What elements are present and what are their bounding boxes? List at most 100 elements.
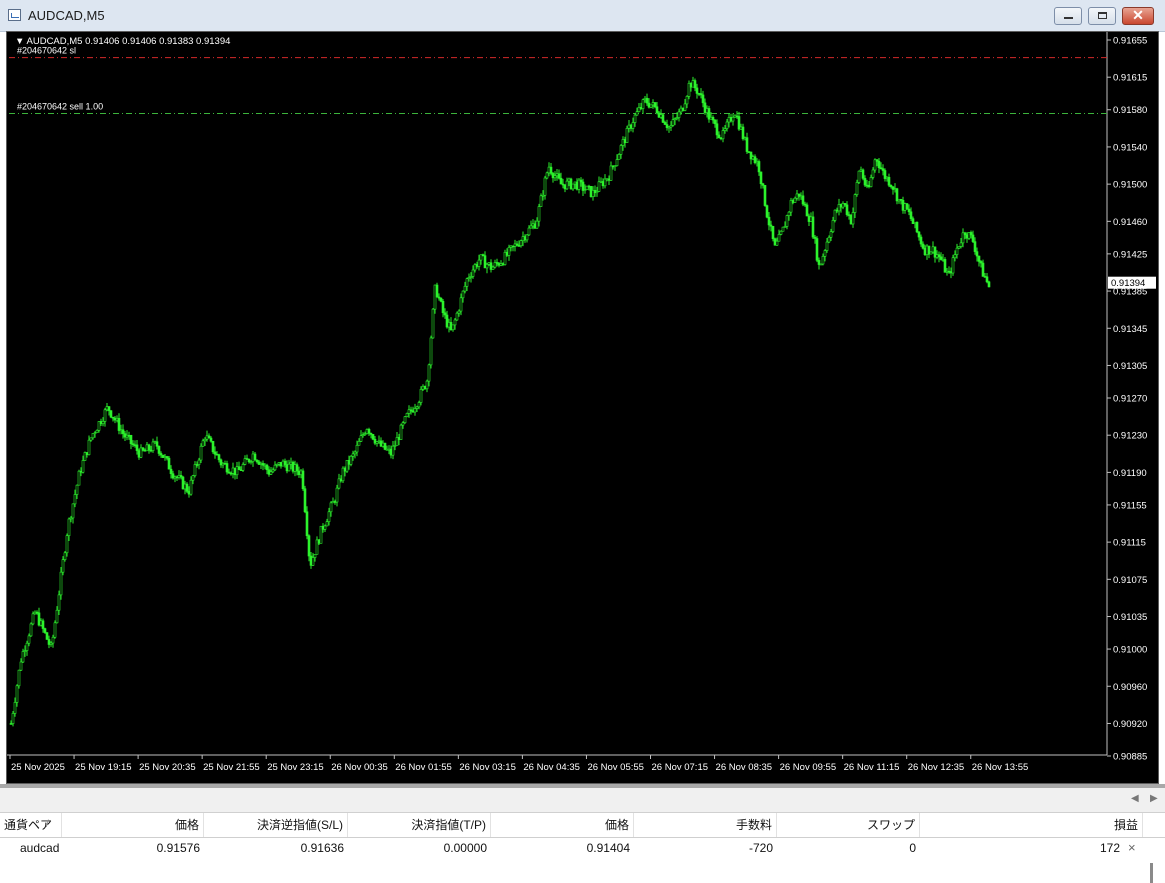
price-chart[interactable]: 0.91655 0.91615 0.91580 0.91540 0.91500 0.914… [7,32,1158,783]
chart-area[interactable]: 0.91655 0.91615 0.91580 0.91540 0.91500 0.914… [6,31,1159,784]
candle-body [101,421,105,425]
candle-body [351,453,355,457]
candle-body [609,165,613,181]
candle-body [239,469,243,471]
candle-body [451,324,455,331]
scroll-right-arrow[interactable]: ▶ [1150,793,1158,804]
candle-body [31,613,35,625]
col-open-price[interactable]: 価格 [62,813,204,837]
candle-body [963,232,967,236]
candle-body [17,669,21,687]
candle-body [625,128,629,143]
candle-body [525,234,529,241]
candle-body [145,444,149,452]
price-tick-label: 0.91270 [1113,394,1147,405]
candle-body [775,240,779,246]
candle-body [663,122,667,125]
candle-body [457,310,461,314]
candle-body [655,106,659,114]
col-stop-loss[interactable]: 決済逆指値(S/L) [204,813,348,837]
col-profit[interactable]: 損益 [920,813,1143,837]
candle-body [855,182,859,195]
candle-body [829,231,833,238]
candle-body [405,413,409,417]
candle-body [711,116,715,121]
col-take-profit[interactable]: 決済指値(T/P) [348,813,491,837]
candle-body [167,457,171,470]
price-tick-label: 0.91305 [1113,361,1147,372]
candle-body [305,511,309,537]
candle-body [329,502,333,513]
vertical-scrollbar[interactable] [1150,863,1153,883]
candle-body [153,441,157,443]
chart-window-icon [8,9,21,21]
candle-body [543,177,547,196]
time-tick-label: 25 Nov 23:15 [267,762,324,773]
candle-body [785,215,789,227]
candle-body [649,104,653,108]
candle-body [905,203,909,210]
table-row[interactable]: audcad 0.91576 0.91636 0.00000 0.91404 -… [0,838,1165,883]
candle-body [951,257,955,274]
price-tick-label: 0.91460 [1113,217,1147,228]
candle-body [75,484,79,495]
candle-body [111,416,115,419]
candle-body [909,211,913,219]
candle-body [349,455,353,465]
candle-body [435,284,439,298]
candle-body [53,622,57,638]
candle-body [201,440,205,447]
current-price-label: 0.91394 [1111,278,1145,289]
candle-body [85,452,89,455]
candle-body [159,453,163,456]
candle-body [971,234,975,242]
row-current-price: 0.91404 [586,841,630,855]
col-current-price[interactable]: 価格 [491,813,634,837]
candle-body [185,483,189,492]
col-swap[interactable]: スワップ [777,813,920,837]
close-order-icon[interactable]: × [1128,838,1136,858]
candle-body [117,418,121,431]
candle-body [43,628,47,633]
price-tick-label: 0.91000 [1113,645,1147,656]
close-button[interactable]: ✕ [1122,7,1154,25]
candle-body [759,171,763,185]
candle-body [123,433,127,438]
col-commission[interactable]: 手数料 [634,813,777,837]
chart-header-ohlc: ▼ AUDCAD,M5 0.91406 0.91406 0.91383 0.91… [15,36,230,47]
candle-body [227,471,231,474]
candle-body [975,251,979,257]
price-tick-label: 0.91655 [1113,36,1147,47]
candle-body [815,238,819,261]
candle-body [981,262,985,277]
candle-body [417,402,421,408]
candle-body [463,285,467,292]
candle-body [465,278,469,287]
candle-body [825,241,829,251]
candle-body [287,463,291,472]
price-tick-label: 0.91155 [1113,500,1147,511]
candle-body [863,178,867,186]
candle-body [537,206,541,222]
candle-body [57,594,61,611]
candle-body [641,99,645,109]
candle-body [171,473,175,479]
candle-body [265,464,269,471]
scroll-left-arrow[interactable]: ◀ [1131,793,1139,804]
candle-body [953,254,957,259]
candle-body [937,254,941,258]
candle-body [83,452,87,461]
candle-body [431,308,435,339]
candle-body [557,173,561,179]
price-tick-label: 0.90960 [1113,682,1147,693]
candle-body [203,438,207,442]
candle-body [129,434,133,445]
minimize-button[interactable] [1054,7,1082,25]
candle-body [661,114,665,123]
col-symbol[interactable]: 通貨ペア / [0,813,62,837]
candle-body [165,456,169,459]
candle-body [81,460,85,473]
candle-body [235,466,239,476]
time-tick-label: 26 Nov 05:55 [587,762,644,773]
maximize-button[interactable] [1088,7,1116,25]
